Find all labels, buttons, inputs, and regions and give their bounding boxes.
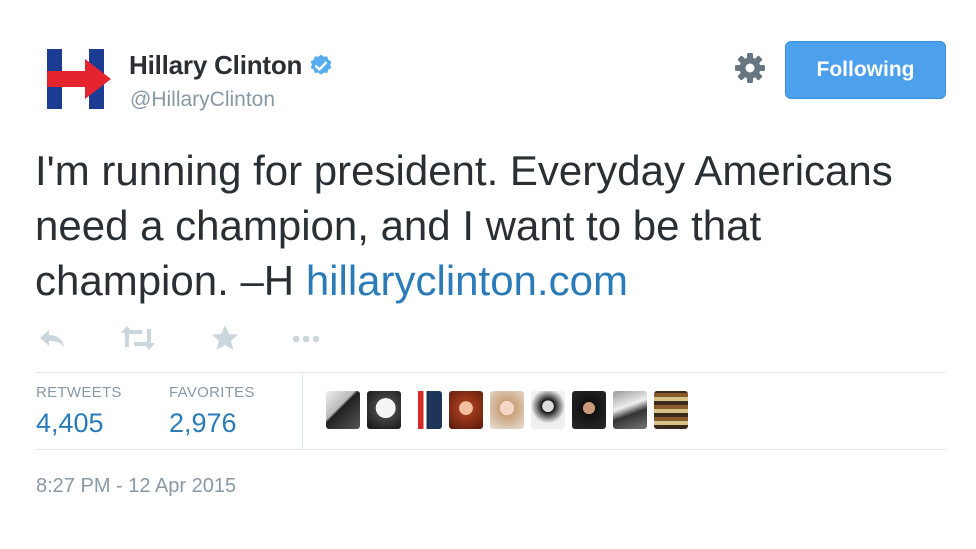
favoriter-avatar[interactable] [367,391,401,429]
retweet-icon[interactable] [120,323,156,353]
account-handle[interactable]: @HillaryClinton [130,88,275,112]
retweets-label: RETWEETS [36,384,122,401]
retweets-count: 4,405 [36,408,104,438]
favoriter-avatars [326,391,688,429]
gear-icon[interactable] [733,51,767,85]
favorites-label: FAVORITES [169,384,255,401]
favoriter-avatar[interactable] [654,391,688,429]
more-icon[interactable] [290,323,322,353]
following-button[interactable]: Following [785,41,946,99]
avatar-logo[interactable] [45,49,113,109]
favoriter-avatar[interactable] [572,391,606,429]
favorites-stat[interactable]: FAVORITES 2,976 [169,384,255,439]
retweets-stat[interactable]: RETWEETS 4,405 [36,384,122,439]
favoriter-avatar[interactable] [408,391,442,429]
tweet-link[interactable]: hillaryclinton.com [306,257,628,304]
favoriter-avatar[interactable] [326,391,360,429]
favoriter-avatar[interactable] [490,391,524,429]
tweet-text: I'm running for president. Everyday Amer… [35,143,955,308]
favoriter-avatar[interactable] [449,391,483,429]
reply-icon[interactable] [36,323,68,353]
favoriter-avatar[interactable] [613,391,647,429]
tweet-timestamp[interactable]: 8:27 PM - 12 Apr 2015 [36,475,236,498]
divider-top [35,372,946,373]
account-name-row[interactable]: Hillary Clinton [129,50,334,81]
display-name[interactable]: Hillary Clinton [129,50,302,81]
favorite-icon[interactable] [209,323,241,353]
favorites-count: 2,976 [169,408,237,438]
favoriter-avatar[interactable] [531,391,565,429]
divider-bottom [35,449,946,450]
stats-separator [302,373,303,449]
verified-badge-icon [310,54,332,75]
